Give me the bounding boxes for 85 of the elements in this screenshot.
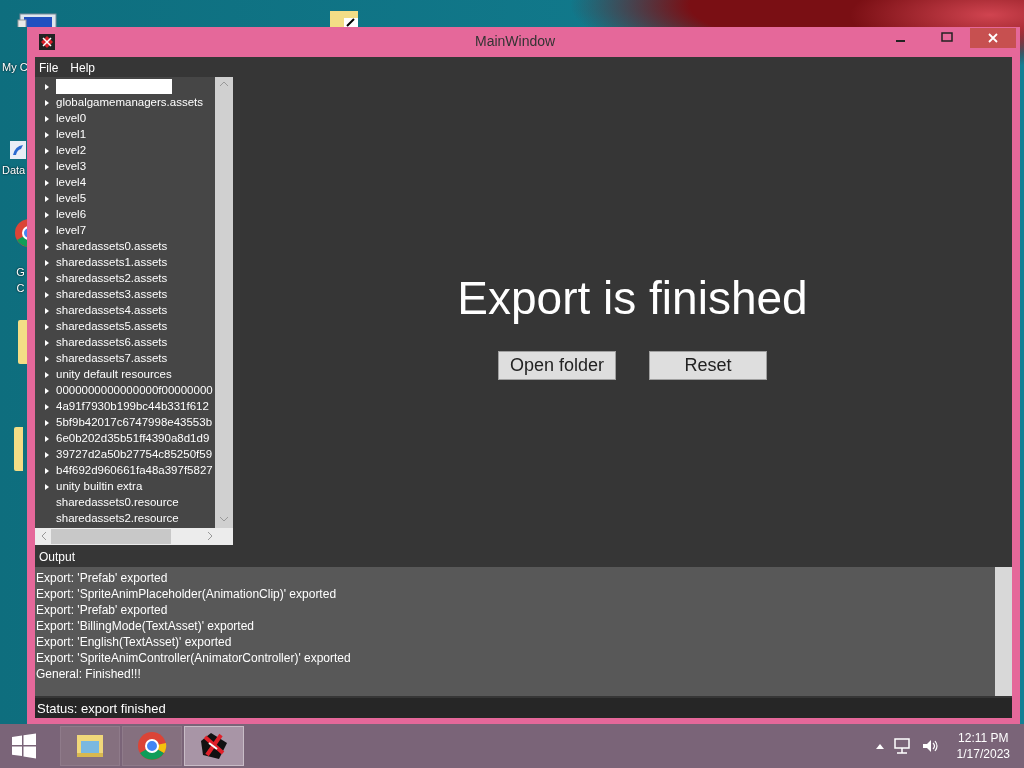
folder-icon[interactable] [330, 8, 360, 27]
expand-arrow-icon[interactable] [43, 98, 51, 107]
start-icon[interactable] [10, 732, 38, 760]
vertical-scrollbar[interactable] [995, 566, 1012, 697]
expand-arrow-icon[interactable] [43, 402, 51, 411]
output-title: Output [39, 549, 76, 564]
scroll-thumb[interactable] [51, 528, 171, 544]
expand-arrow-icon[interactable] [43, 162, 51, 171]
expand-arrow-icon[interactable] [43, 226, 51, 235]
tree-item[interactable]: level6 [56, 207, 87, 223]
expand-arrow-icon[interactable] [43, 322, 51, 331]
log-line: Export: 'Prefab' exported [36, 569, 169, 586]
computer-icon[interactable] [16, 10, 60, 27]
expand-arrow-icon[interactable] [43, 146, 51, 155]
tree-item[interactable]: unity default resources [56, 367, 172, 383]
log-line: Export: 'Prefab' exported [36, 601, 169, 618]
expand-arrow-icon[interactable] [43, 354, 51, 363]
tree-item[interactable]: sharedassets2.resource [56, 511, 179, 527]
open-folder-button[interactable]: Open folder [498, 351, 616, 381]
expand-arrow-icon[interactable] [43, 274, 51, 283]
chrome-icon [135, 729, 169, 763]
tree-item[interactable]: 39727d2a50b27754c85250f59 [56, 447, 213, 463]
tree-item[interactable]: level5 [56, 191, 87, 207]
tree-item[interactable]: sharedassets3.assets [56, 287, 168, 303]
log-line: Export: 'SpriteAnimPlaceholder(AnimationClip)' exported [36, 585, 338, 602]
expand-arrow-icon[interactable] [43, 418, 51, 427]
reset-button[interactable]: Reset [649, 351, 767, 381]
tree-item[interactable]: sharedassets0.assets [56, 239, 168, 255]
app-icon [39, 34, 55, 50]
expand-arrow-icon[interactable] [43, 178, 51, 187]
tree-item[interactable]: level7 [56, 223, 87, 239]
log-line: General: Finished!!! [36, 665, 142, 682]
log-line: Export: 'SpriteAnimController(AnimatorController)' exported [36, 649, 352, 666]
network-icon[interactable] [892, 737, 913, 755]
log-line: Export: 'English(TextAsset)' exported [36, 633, 233, 650]
shortcut-icon[interactable] [10, 141, 26, 159]
status-text: Status: export finished [37, 700, 166, 716]
expand-arrow-icon[interactable] [43, 290, 51, 299]
expand-arrow-icon[interactable] [43, 130, 51, 139]
tree-item[interactable]: globalgamemanagers.assets [56, 95, 204, 111]
taskbar-app[interactable] [184, 726, 244, 766]
expand-arrow-icon[interactable] [43, 194, 51, 203]
expand-arrow-icon[interactable] [43, 386, 51, 395]
expand-arrow-icon[interactable] [43, 242, 51, 251]
menu-item[interactable]: File [39, 60, 59, 75]
close-icon[interactable] [970, 28, 1016, 48]
tree-item[interactable]: 4a91f7930b199bc44b331f612 [56, 399, 209, 415]
window-title: MainWindow [475, 33, 556, 49]
tree-item[interactable]: 6e0b202d35b51ff4390a8d1d9 [56, 431, 210, 447]
expand-arrow-icon[interactable] [43, 258, 51, 267]
tree-item[interactable]: level0 [56, 111, 87, 127]
tree-item[interactable]: sharedassets0.resource [56, 495, 179, 511]
tree-item[interactable]: level1 [56, 127, 87, 143]
expand-arrow-icon[interactable] [43, 482, 51, 491]
tree-item[interactable]: level4 [56, 175, 87, 191]
tree-item[interactable]: sharedassets1.assets [56, 255, 168, 271]
expand-arrow-icon[interactable] [43, 306, 51, 315]
expand-arrow-icon[interactable] [43, 370, 51, 379]
tray-arrow-icon[interactable] [874, 742, 885, 750]
status-message: Export is finished [457, 271, 808, 326]
clock[interactable]: 12:11 PM 1/17/2023 [956, 730, 1010, 762]
tree-item[interactable]: sharedassets5.assets [56, 319, 168, 335]
expand-arrow-icon[interactable] [43, 114, 51, 123]
desktop-icon-label[interactable]: My C [2, 59, 28, 75]
expand-arrow-icon[interactable] [43, 466, 51, 475]
tree-item[interactable]: level3 [56, 159, 87, 175]
expand-arrow-icon[interactable] [43, 450, 51, 459]
tree-item[interactable]: sharedassets4.assets [56, 303, 168, 319]
tree-item[interactable]: 0000000000000000f00000000 [56, 383, 213, 399]
expand-arrow-icon[interactable] [43, 434, 51, 443]
expand-arrow-icon[interactable] [43, 210, 51, 219]
tree-item[interactable]: sharedassets2.assets [56, 271, 168, 287]
menu-item[interactable]: Help [70, 60, 96, 75]
expand-arrow-icon[interactable] [43, 338, 51, 347]
tree-item[interactable]: level2 [56, 143, 87, 159]
expand-arrow-icon[interactable] [43, 82, 51, 91]
desktop-icon-label[interactable]: G C [15, 264, 26, 296]
tree-item[interactable]: sharedassets6.assets [56, 335, 168, 351]
tree-item[interactable]: sharedassets7.assets [56, 351, 168, 367]
tree-item[interactable]: unity builtin extra [56, 479, 143, 495]
tree-item[interactable]: 5bf9b42017c6747998e43553b [56, 415, 213, 431]
log-line: Export: 'BillingMode(TextAsset)' exported [36, 617, 255, 634]
selected-tree-item[interactable] [56, 79, 172, 95]
desktop-icon-label[interactable]: Data [2, 162, 26, 178]
tree-item[interactable]: b4f692d960661fa48a397f5827 [56, 463, 213, 479]
